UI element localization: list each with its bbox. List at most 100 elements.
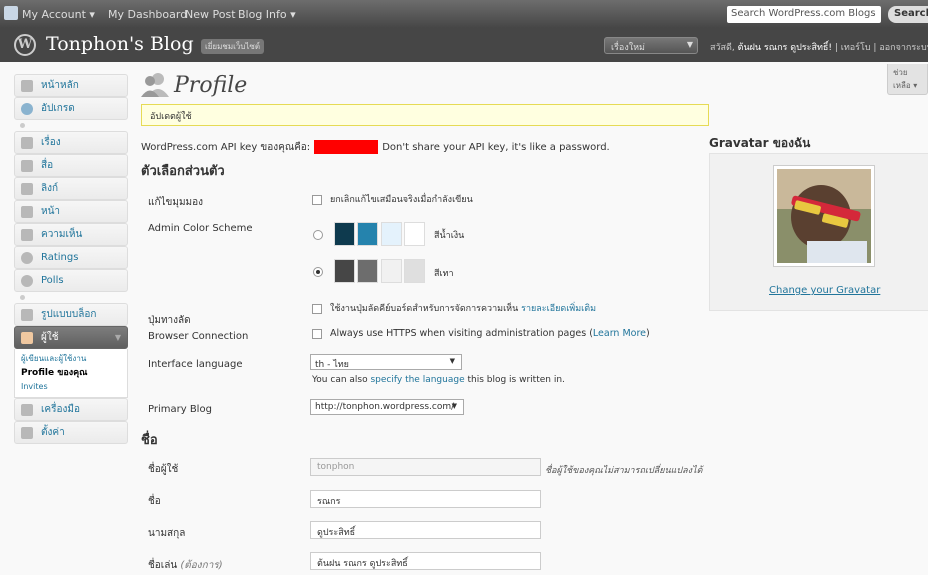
language-select[interactable]: th - ไทย ▼ [310, 354, 462, 370]
browser-connection-label: Browser Connection [148, 331, 249, 342]
shortcuts-text: ใช้งานปุ่มลัดคีย์บอร์ดสำหรับการจัดการควา… [330, 304, 519, 314]
last-name-input[interactable]: ดูประสิทธิ์ [310, 521, 541, 539]
swatch [404, 222, 425, 246]
tools-icon [21, 404, 33, 416]
toggle-arrow-icon[interactable]: ▼ [115, 327, 121, 349]
settings-icon [21, 427, 33, 439]
menu-item-settings[interactable]: ตั้งค่า [14, 421, 128, 444]
header-links[interactable]: | เทอร์โบ | ออกจากระบบ [835, 43, 928, 53]
menu-label: Ratings [41, 252, 79, 263]
specify-language-link[interactable]: specify the language [370, 375, 464, 385]
update-notice: อัปเดตผู้ใช้ [141, 104, 709, 126]
submenu-your-profile[interactable]: Profile ของคุณ [21, 366, 127, 380]
swatch [357, 222, 378, 246]
admin-bar: My Account ▾ My Dashboard New Post Blog … [0, 0, 928, 28]
menu-label: รูปแบบบล็อก [41, 309, 97, 320]
shortcuts-more-link[interactable]: รายละเอียดเพิ่มเติม [521, 304, 596, 314]
menu-label: หน้า [41, 206, 61, 217]
menu-item-dashboard[interactable]: หน้าหลัก [14, 74, 128, 97]
wordpress-logo-icon: W [14, 34, 36, 56]
menu-item-posts[interactable]: เรื่อง [14, 131, 128, 154]
shortcuts-checkbox[interactable] [312, 303, 322, 314]
new-post-dropdown[interactable]: เรื่องใหม่ ▼ [604, 37, 698, 54]
scheme-blue-name: สีน้ำเงิน [434, 231, 465, 241]
api-key-warning: Don't share your API key, it's like a pa… [382, 142, 610, 153]
visual-editor-text: ยกเลิกแก้ไขเสมือนจริงเมื่อกำลังเขียน [330, 195, 473, 205]
interface-language-label: Interface language [148, 359, 243, 370]
swatch [381, 259, 402, 283]
https-text-end: ) [646, 328, 650, 339]
menu-item-comments[interactable]: ความเห็น [14, 223, 128, 246]
chevron-down-icon: ▼ [686, 40, 693, 49]
menu-item-users[interactable]: ผู้ใช้ ▼ [14, 326, 128, 349]
blog-title[interactable]: Tonphon's Blog [46, 33, 194, 55]
my-dashboard-link[interactable]: My Dashboard [108, 8, 187, 21]
menu-item-upgrade[interactable]: อัปเกรด [14, 97, 128, 120]
visual-editor-checkbox[interactable] [312, 194, 322, 205]
primary-blog-value: http://tonphon.wordpress.com/ [315, 402, 455, 412]
my-account-menu[interactable]: My Account ▾ [22, 8, 95, 21]
blog-header: W Tonphon's Blog เยี่ยมชมเว็บไซต์ เรื่อง… [0, 28, 928, 62]
search-button[interactable]: Search [888, 6, 928, 23]
submenu-invites[interactable]: Invites [21, 380, 127, 394]
media-icon [21, 160, 33, 172]
swatch [334, 222, 355, 246]
gravatar-avatar [773, 165, 875, 267]
scheme-gray-name: สีเทา [434, 269, 454, 279]
username-input: tonphon [310, 458, 541, 476]
api-key-prefix: WordPress.com API key ของคุณคือ: [141, 142, 311, 153]
language-note: You can also specify the language this b… [312, 375, 565, 385]
nickname-label-text: ชื่อเล่น [148, 560, 178, 571]
menu-item-polls[interactable]: Polls [14, 269, 128, 292]
nickname-input[interactable]: ต้นฝน รณกร ดูประสิทธิ์ [310, 552, 541, 570]
menu-item-pages[interactable]: หน้า [14, 200, 128, 223]
primary-blog-label: Primary Blog [148, 404, 212, 415]
user-greeting: สวัสดี, ต้นฝน รณกร ดูประสิทธิ์! | เทอร์โ… [710, 40, 928, 54]
menu-item-ratings[interactable]: Ratings [14, 246, 128, 269]
menu-separator [14, 120, 128, 131]
shortcuts-row: ใช้งานปุ่มลัดคีย์บอร์ดสำหรับการจัดการควา… [312, 301, 596, 315]
menu-item-links[interactable]: ลิงก์ [14, 177, 128, 200]
api-key-redacted [314, 140, 379, 154]
gravatar-box: Change your Gravatar [709, 153, 928, 311]
primary-blog-select[interactable]: http://tonphon.wordpress.com/▼ [310, 399, 464, 415]
visual-editor-row: ยกเลิกแก้ไขเสมือนจริงเมื่อกำลังเขียน [312, 192, 473, 206]
visual-editor-label: แก้ไขมุมมอง [148, 197, 204, 208]
section-name: ชื่อ [141, 433, 158, 448]
user-name-link[interactable]: ต้นฝน รณกร ดูประสิทธิ์! [738, 43, 832, 53]
first-name-label: ชื่อ [148, 496, 161, 507]
submenu-authors-users[interactable]: ผู้เขียนและผู้ใช้งาน [21, 352, 127, 366]
menu-label: อัปเกรด [41, 103, 75, 114]
language-note-suffix: this blog is written in. [464, 375, 565, 385]
new-post-link[interactable]: New Post [185, 8, 236, 21]
scheme-blue-radio[interactable] [313, 230, 323, 240]
learn-more-link[interactable]: Learn More [593, 328, 646, 339]
browser-connection-row: Always use HTTPS when visiting administr… [312, 328, 650, 339]
users-submenu: ผู้เขียนและผู้ใช้งาน Profile ของคุณ Invi… [14, 349, 128, 398]
https-checkbox[interactable] [312, 328, 322, 339]
help-tab[interactable]: ช่วยเหลือ ▾ [887, 64, 928, 95]
change-gravatar-link[interactable]: Change your Gravatar [769, 285, 880, 296]
link-icon [21, 183, 33, 195]
menu-label: เครื่องมือ [41, 404, 80, 415]
menu-label: สื่อ [41, 160, 54, 171]
scheme-gray-radio[interactable] [313, 267, 323, 277]
visit-site-button[interactable]: เยี่ยมชมเว็บไซต์ [201, 39, 265, 54]
new-post-label: เรื่องใหม่ [611, 43, 645, 53]
menu-item-media[interactable]: สื่อ [14, 154, 128, 177]
menu-item-tools[interactable]: เครื่องมือ [14, 398, 128, 421]
pin-icon [21, 137, 33, 149]
language-note-prefix: You can also [312, 375, 371, 385]
wordpress-icon[interactable] [4, 6, 18, 20]
first-name-input[interactable]: รณกร [310, 490, 541, 508]
menu-label: ตั้งค่า [41, 427, 65, 438]
search-input[interactable]: Search WordPress.com Blogs [727, 6, 881, 23]
page-title: Profile [174, 73, 248, 98]
menu-separator [14, 292, 128, 303]
blog-info-menu[interactable]: Blog Info ▾ [238, 8, 296, 21]
language-select-value: th - ไทย [315, 360, 349, 370]
https-text: Always use HTTPS when visiting administr… [330, 328, 593, 339]
menu-item-appearance[interactable]: รูปแบบบล็อก [14, 303, 128, 326]
username-label: ชื่อผู้ใช้ [148, 464, 179, 475]
appearance-icon [21, 309, 33, 321]
